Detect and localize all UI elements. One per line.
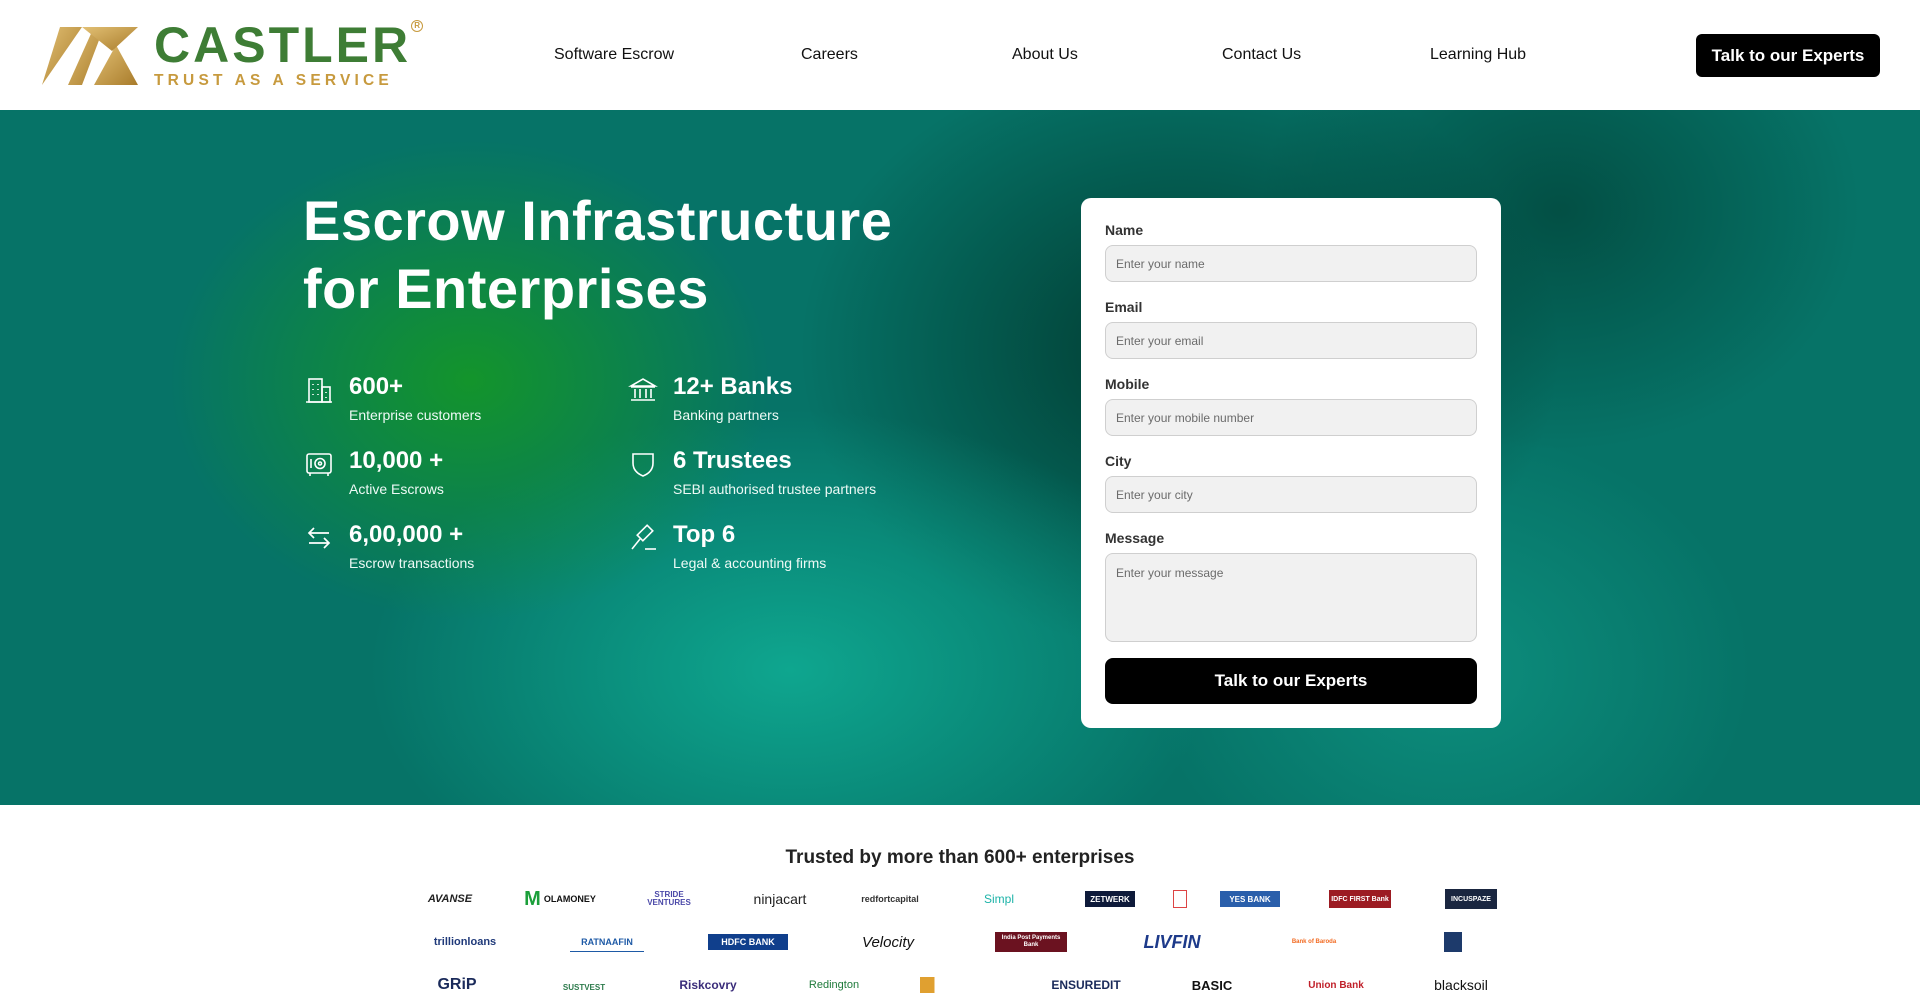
nav-learning-hub[interactable]: Learning Hub <box>1430 46 1526 64</box>
client-logo-olamoney: M OLAMONEY <box>522 887 598 910</box>
nav-about-us[interactable]: About Us <box>1012 46 1078 64</box>
client-logo-redfortcapital: redfortcapital <box>861 894 919 904</box>
registered-mark: R <box>411 20 424 32</box>
client-logo-olamoney-text: OLAMONEY <box>543 894 596 904</box>
client-logo-incuspaze: INCUSPAZE <box>1445 889 1497 909</box>
client-logo-union-bank: Union Bank <box>1308 979 1364 991</box>
name-label: Name <box>1105 222 1144 238</box>
stat-label: Banking partners <box>673 407 779 423</box>
brand-tagline: TRUST AS A SERVICE <box>154 72 393 89</box>
client-logo-simpl: Simpl <box>983 892 1014 906</box>
client-logos-row-3: GRiP SUSTVEST Riskcovry Redington ENSURE… <box>0 976 1920 993</box>
message-textarea[interactable] <box>1105 553 1477 642</box>
stat-value: 6,00,000 + <box>349 521 464 548</box>
client-logo-stride-ventures: STRIDE VENTURES <box>647 890 691 907</box>
client-logo-ninjacart: ninjacart <box>753 891 807 907</box>
client-logo-redington: Redington <box>808 979 860 991</box>
stat-value: 6 Trustees <box>673 447 792 474</box>
brand-name: CASTLER <box>154 17 412 73</box>
client-logo-monogram <box>1444 932 1462 952</box>
client-logo-bank-of-baroda: Bank of Baroda <box>1291 938 1337 945</box>
stat-label: Enterprise customers <box>349 407 482 423</box>
stat-label: Legal & accounting firms <box>673 555 827 571</box>
client-logo-blacksoil: blacksoil <box>1434 977 1488 993</box>
client-logos-row-1: AVANSE M OLAMONEY STRIDE VENTURES ninjaca… <box>0 887 1920 913</box>
name-input[interactable] <box>1105 245 1477 282</box>
email-input[interactable] <box>1105 322 1477 359</box>
message-label: Message <box>1105 530 1165 546</box>
nav-software-escrow[interactable]: Software Escrow <box>554 46 674 64</box>
client-logo-hdfc-bank: HDFC BANK <box>708 934 788 950</box>
mobile-input[interactable] <box>1105 399 1477 436</box>
client-logo-emblem <box>1173 890 1187 908</box>
castler-logo-mark-icon <box>42 27 138 85</box>
client-logo-yes-bank: YES BANK <box>1220 891 1280 907</box>
olamoney-icon: M <box>524 887 541 910</box>
client-logo-regional-bank <box>920 977 992 993</box>
client-logo-livfin: LIVFIN <box>1143 931 1201 952</box>
building-icon <box>306 378 332 403</box>
stat-label: SEBI authorised trustee partners <box>673 481 877 497</box>
client-logo-ratnaafin: RATNAAFIN <box>570 932 644 952</box>
client-logo-idfc-first: IDFC FIRST Bank <box>1329 890 1391 908</box>
stat-value: 10,000 + <box>349 447 444 474</box>
stat-value: 600+ <box>349 373 404 400</box>
stat-label: Active Escrows <box>349 481 444 497</box>
client-logo-riskcovry: Riskcovry <box>679 978 737 992</box>
stat-value: Top 6 <box>673 521 736 548</box>
nav-careers[interactable]: Careers <box>801 46 858 64</box>
client-logo-grip: GRiP <box>437 976 477 993</box>
nav-contact-us[interactable]: Contact Us <box>1222 46 1301 64</box>
contact-form: Name Email Mobile City Message Talk to o… <box>1081 198 1501 728</box>
site-header: CASTLER TRUST AS A SERVICE R Software Es… <box>0 0 1920 110</box>
logo-text: CASTLER TRUST AS A SERVICE R <box>154 17 424 90</box>
email-label: Email <box>1105 299 1143 315</box>
castler-logo[interactable]: CASTLER TRUST AS A SERVICE R <box>42 17 424 90</box>
client-logo-basic: BASIC <box>1191 977 1233 993</box>
form-talk-to-experts-button[interactable]: Talk to our Experts <box>1105 658 1477 704</box>
client-logos-row-2: trillionloans RATNAAFIN HDFC BANK Veloci… <box>0 932 1920 956</box>
client-logo-trillionloans: trillionloans <box>433 936 497 948</box>
hero-section: Escrow Infrastructure for Enterprises 60… <box>0 110 1920 805</box>
mobile-label: Mobile <box>1105 376 1150 392</box>
client-logo-ensuredit: ENSUREDIT <box>1051 978 1121 992</box>
gavel-icon <box>631 524 656 550</box>
client-logo-india-post-payments-bank: India Post Payments Bank <box>995 932 1067 952</box>
city-input[interactable] <box>1105 476 1477 513</box>
transfer-arrows-icon <box>307 527 331 549</box>
client-logo-velocity: Velocity <box>862 933 914 951</box>
hero-title: Escrow Infrastructure for Enterprises <box>303 187 892 323</box>
shield-icon <box>632 453 654 477</box>
safe-icon <box>306 453 332 476</box>
client-logo-avanse: AVANSE <box>427 893 473 905</box>
header-talk-to-experts-button[interactable]: Talk to our Experts <box>1696 34 1880 77</box>
stat-label: Escrow transactions <box>349 555 475 571</box>
trusted-heading: Trusted by more than 600+ enterprises <box>785 847 1135 868</box>
city-label: City <box>1105 453 1132 469</box>
hero-title-line-1: Escrow Infrastructure <box>303 189 893 252</box>
stat-value: 12+ Banks <box>673 373 793 400</box>
bank-icon <box>628 378 658 401</box>
client-logo-zetwerk: ZETWERK <box>1085 891 1135 907</box>
hero-title-line-2: for Enterprises <box>303 257 709 320</box>
client-logo-sustvest: SUSTVEST <box>562 982 606 992</box>
